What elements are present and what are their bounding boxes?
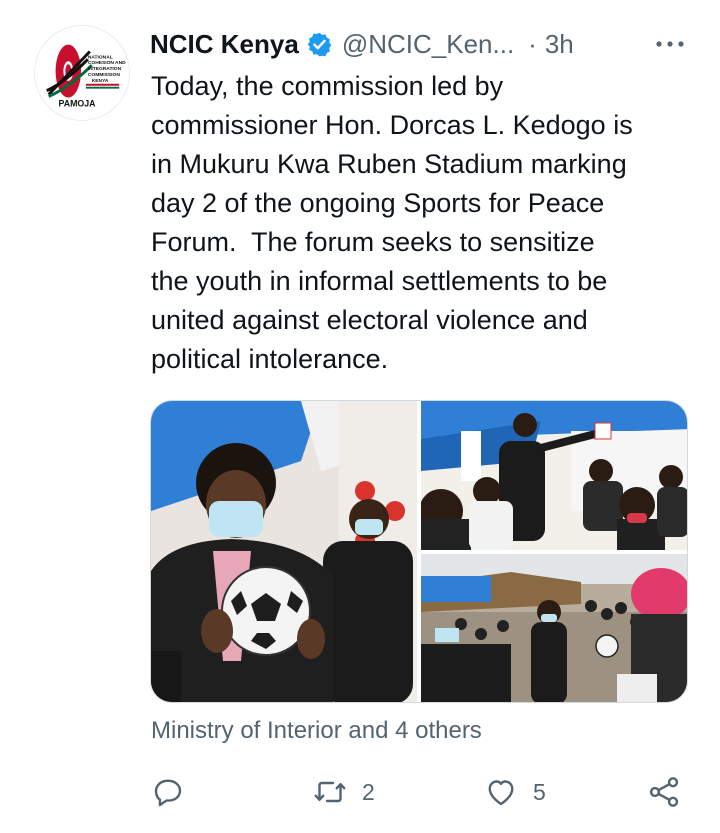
logo-text-5: KENYA xyxy=(92,78,109,84)
verified-badge-icon xyxy=(307,32,332,56)
reply-icon xyxy=(154,779,182,807)
author-avatar[interactable]: NATIONAL COHESION AND INTEGRATION COMMIS… xyxy=(34,25,130,121)
tweet-text: Today, the commission led by commissione… xyxy=(151,71,633,374)
like-count: 5 xyxy=(533,778,546,805)
reply-button[interactable] xyxy=(150,772,186,812)
logo-text-2: COHESION AND xyxy=(88,60,126,66)
like-button[interactable]: 5 xyxy=(483,772,546,812)
tweet-header: NCIC Kenya @NCIC_Ken... · 3h xyxy=(150,26,692,62)
logo-text-1: NATIONAL xyxy=(88,54,113,60)
retweet-icon xyxy=(314,781,346,803)
stadium-crowd-photo[interactable] xyxy=(421,554,687,702)
commissioner-holding-ball-photo[interactable] xyxy=(151,401,417,702)
tweet-action-bar: 2 5 xyxy=(150,772,690,812)
author-handle[interactable]: @NCIC_Ken... xyxy=(342,29,514,60)
commissioner-speaking-tent-photo[interactable] xyxy=(421,401,687,550)
retweet-button[interactable]: 2 xyxy=(312,772,375,812)
heart-icon xyxy=(488,780,514,806)
retweet-count: 2 xyxy=(362,778,375,805)
share-icon xyxy=(649,777,679,807)
media-grid xyxy=(150,400,688,703)
author-name[interactable]: NCIC Kenya xyxy=(150,29,299,60)
tagged-users-link[interactable]: Ministry of Interior and 4 others xyxy=(151,717,482,745)
header-separator: · xyxy=(528,28,537,59)
logo-text-4: COMMISSION xyxy=(88,72,120,78)
logo-text-pamoja: PAMOJA xyxy=(59,98,97,108)
share-button[interactable] xyxy=(646,772,682,812)
tweet-timestamp[interactable]: 3h xyxy=(545,29,574,60)
logo-text-3: INTEGRATION xyxy=(88,66,122,72)
ncic-logo: NATIONAL COHESION AND INTEGRATION COMMIS… xyxy=(35,26,129,120)
more-options-icon[interactable] xyxy=(654,32,686,56)
